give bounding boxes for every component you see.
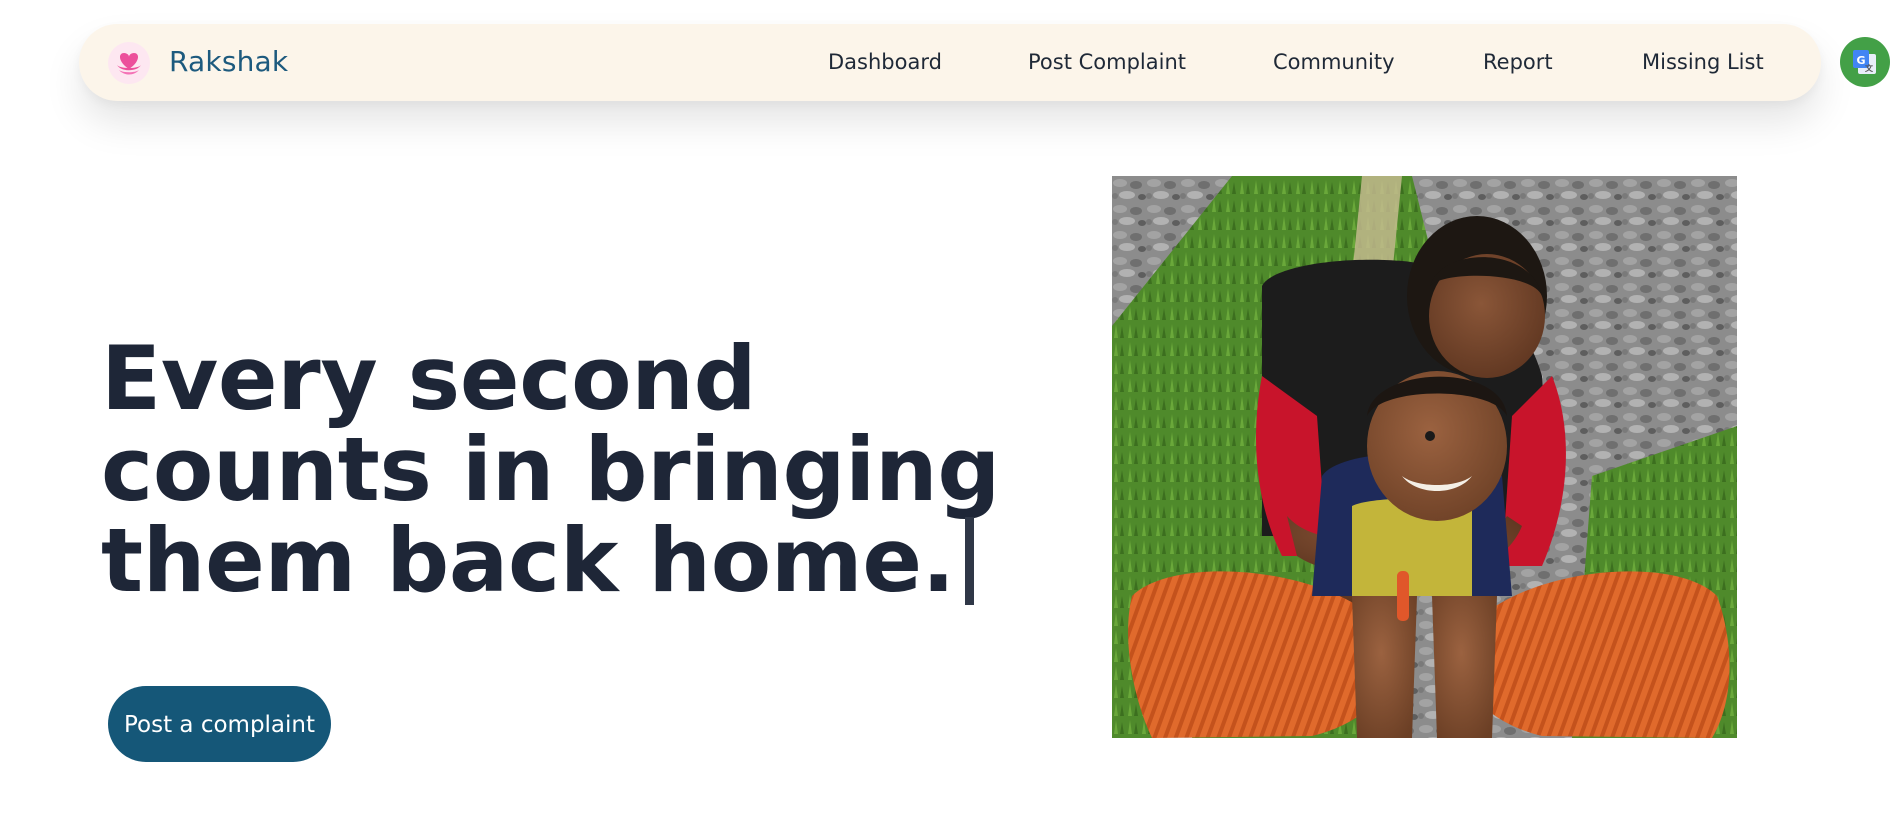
nav-item-report[interactable]: Report	[1483, 48, 1553, 76]
hero-headline-line-3: them back home.	[101, 515, 1000, 606]
nav-item-post-complaint[interactable]: Post Complaint	[1028, 48, 1186, 76]
svg-text:文: 文	[1865, 63, 1874, 73]
post-complaint-button[interactable]: Post a complaint	[108, 686, 331, 762]
navbar: Rakshak Dashboard Post Complaint Communi…	[79, 24, 1821, 101]
nav-item-missing-list[interactable]: Missing List	[1642, 48, 1764, 76]
hero-headline-line-2: counts in bringing	[101, 418, 1001, 521]
google-translate-icon: G 文	[1853, 50, 1876, 74]
page: Rakshak Dashboard Post Complaint Communi…	[0, 0, 1897, 833]
mother-and-child-photo	[1112, 176, 1737, 738]
typing-caret	[964, 517, 974, 605]
nav-item-community[interactable]: Community	[1273, 48, 1395, 76]
google-translate-button[interactable]: G 文	[1840, 37, 1890, 87]
nav-item-dashboard[interactable]: Dashboard	[828, 48, 942, 76]
hero-headline-line-3-text: them back home.	[101, 509, 955, 612]
hero-headline-line-1: Every second	[101, 327, 757, 430]
brand-name[interactable]: Rakshak	[169, 45, 288, 79]
heart-hands-logo-icon[interactable]	[108, 42, 150, 84]
hero-headline: Every second counts in bringing them bac…	[101, 333, 1000, 606]
